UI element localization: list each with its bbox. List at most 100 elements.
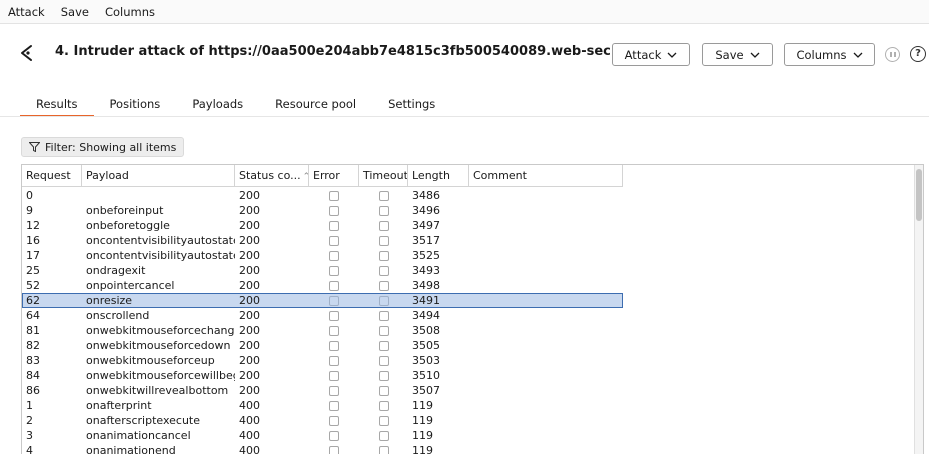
error-checkbox: [309, 278, 359, 293]
length-cell: 3507: [412, 384, 440, 397]
filter-label: Filter: Showing all items: [45, 140, 177, 154]
timeout-checkbox: [359, 368, 408, 383]
comment-cell: [469, 443, 623, 454]
tab-settings[interactable]: Settings: [372, 94, 451, 117]
payload-cell: onafterprint: [86, 399, 152, 412]
status-cell: 400: [239, 399, 260, 412]
payload-cell: onresize: [86, 294, 133, 307]
length-cell: 3510: [412, 369, 440, 382]
filter-button[interactable]: Filter: Showing all items: [21, 137, 185, 157]
column-status[interactable]: Status co...⌃: [235, 165, 309, 187]
table-row[interactable]: 4 onanimationend 400 119: [22, 443, 623, 454]
error-checkbox: [309, 338, 359, 353]
checkbox: [329, 355, 339, 366]
column-payload[interactable]: Payload: [82, 165, 235, 187]
comment-cell: [469, 233, 623, 248]
table-row[interactable]: 82 onwebkitmouseforcedown 200 3505: [22, 338, 623, 353]
table-row[interactable]: 12 onbeforetoggle 200 3497: [22, 218, 623, 233]
table-row[interactable]: 1 onafterprint 400 119: [22, 398, 623, 413]
menu-bar: Attack Save Columns: [0, 0, 929, 24]
payload-cell: onwebkitwillrevealbottom: [86, 384, 229, 397]
scrollbar-thumb[interactable]: [916, 169, 922, 221]
timeout-checkbox: [359, 188, 408, 203]
tab-positions[interactable]: Positions: [94, 94, 177, 117]
column-status-label: Status co...: [239, 169, 301, 182]
checkbox: [378, 445, 389, 454]
table-row[interactable]: 3 onanimationcancel 400 119: [22, 428, 623, 443]
checkbox: [378, 205, 389, 216]
checkbox: [329, 220, 339, 231]
column-comment[interactable]: Comment: [469, 165, 623, 187]
columns-button-label: Columns: [796, 47, 847, 62]
request-cell: 4: [26, 444, 33, 454]
menu-save[interactable]: Save: [53, 0, 97, 24]
length-cell: 119: [412, 444, 433, 454]
payload-cell: [82, 188, 235, 203]
table-body: 0 200 3486 9 onbeforeinput 200 3496 12 onbeforet…: [22, 188, 623, 454]
error-checkbox: [309, 383, 359, 398]
request-cell: 16: [26, 234, 40, 247]
comment-cell: [469, 398, 623, 413]
column-timeout[interactable]: Timeout: [359, 165, 408, 187]
checkbox: [329, 325, 339, 336]
tab-payloads[interactable]: Payloads: [176, 94, 259, 117]
table-row[interactable]: 16 oncontentvisibilityautostate... 200 3517: [22, 233, 623, 248]
table-row[interactable]: 25 ondragexit 200 3493: [22, 263, 623, 278]
tab-results[interactable]: Results: [20, 94, 94, 117]
comment-cell: [469, 428, 623, 443]
menu-columns[interactable]: Columns: [97, 0, 163, 24]
status-cell: 200: [239, 189, 260, 202]
comment-cell: [469, 203, 623, 218]
tab-resource-pool[interactable]: Resource pool: [259, 94, 372, 117]
payload-cell: onwebkitmouseforcewillbegin: [86, 369, 235, 382]
save-button[interactable]: Save: [702, 43, 773, 66]
error-checkbox: [309, 323, 359, 338]
back-icon[interactable]: [18, 43, 38, 63]
error-checkbox: [309, 218, 359, 233]
comment-cell: [469, 353, 623, 368]
table-row[interactable]: 64 onscrollend 200 3494: [22, 308, 623, 323]
error-checkbox: [309, 188, 359, 203]
checkbox: [378, 400, 389, 411]
error-checkbox: [309, 353, 359, 368]
error-checkbox: [309, 308, 359, 323]
pause-icon[interactable]: [885, 47, 900, 62]
checkbox: [329, 190, 339, 201]
table-row[interactable]: 62 onresize 200 3491: [22, 293, 623, 308]
checkbox: [329, 205, 339, 216]
timeout-checkbox: [359, 278, 408, 293]
columns-button[interactable]: Columns: [784, 43, 875, 66]
timeout-checkbox: [359, 428, 408, 443]
table-row[interactable]: 81 onwebkitmouseforcechanged 200 3508: [22, 323, 623, 338]
table-row[interactable]: 9 onbeforeinput 200 3496: [22, 203, 623, 218]
checkbox: [378, 415, 389, 426]
vertical-scrollbar[interactable]: [914, 165, 923, 454]
menu-attack[interactable]: Attack: [0, 0, 53, 24]
table-row[interactable]: 52 onpointercancel 200 3498: [22, 278, 623, 293]
table-row[interactable]: 84 onwebkitmouseforcewillbegin 200 3510: [22, 368, 623, 383]
status-cell: 200: [239, 354, 260, 367]
payload-cell: oncontentvisibilityautostate...: [86, 234, 235, 247]
column-length[interactable]: Length: [408, 165, 469, 187]
checkbox: [378, 430, 389, 441]
help-icon[interactable]: ?: [910, 46, 926, 62]
table-row[interactable]: 86 onwebkitwillrevealbottom 200 3507: [22, 383, 623, 398]
column-request[interactable]: Request: [22, 165, 82, 187]
length-cell: 3517: [412, 234, 440, 247]
request-cell: 9: [26, 204, 33, 217]
table-row[interactable]: 17 oncontentvisibilityautostate... 200 3525: [22, 248, 623, 263]
length-cell: 3498: [412, 279, 440, 292]
comment-cell: [469, 413, 623, 428]
request-cell: 82: [26, 339, 40, 352]
payload-cell: onwebkitmouseforceup: [86, 354, 215, 367]
timeout-checkbox: [359, 383, 408, 398]
attack-button-label: Attack: [624, 47, 662, 62]
payload-cell: onscrollend: [86, 309, 150, 322]
column-error[interactable]: Error: [309, 165, 359, 187]
table-row[interactable]: 0 200 3486: [22, 188, 623, 203]
error-checkbox: [309, 293, 359, 308]
request-cell: 12: [26, 219, 40, 232]
table-row[interactable]: 83 onwebkitmouseforceup 200 3503: [22, 353, 623, 368]
table-row[interactable]: 2 onafterscriptexecute 400 119: [22, 413, 623, 428]
attack-button[interactable]: Attack: [612, 43, 690, 66]
